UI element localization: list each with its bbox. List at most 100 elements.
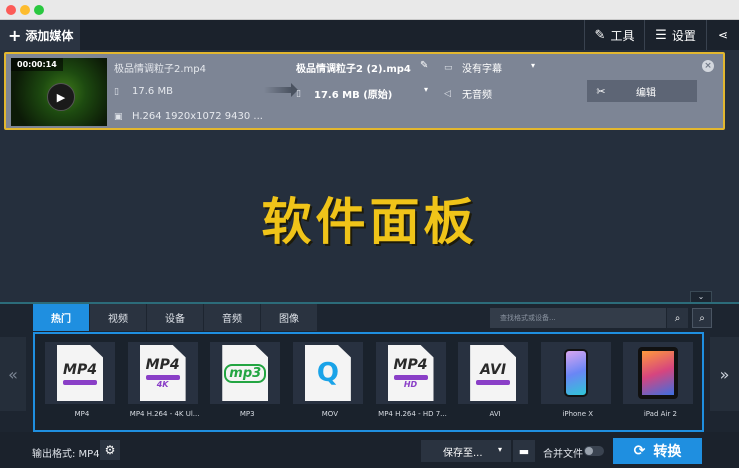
format-item-mov[interactable]: Q MOV bbox=[289, 334, 366, 430]
tab-popular[interactable]: 热门 bbox=[33, 304, 90, 331]
tab-audio[interactable]: 音频 bbox=[204, 304, 261, 331]
edit-button[interactable]: ✂ 编辑 bbox=[587, 80, 697, 102]
search-icon: ⌕ bbox=[674, 312, 681, 324]
settings-button[interactable]: ☰ 设置 bbox=[644, 20, 706, 50]
subtitles-value: 没有字幕 bbox=[462, 64, 502, 75]
output-size-row[interactable]: ▯ 17.6 MB (原始) bbox=[296, 86, 393, 102]
audio-dropdown[interactable]: ◁ 无音频 bbox=[444, 86, 492, 102]
output-format-label: 输出格式: MP4 bbox=[32, 449, 100, 460]
tab-devices[interactable]: 设备 bbox=[147, 304, 204, 331]
plus-icon: + bbox=[8, 25, 22, 45]
quicktime-file-icon: Q bbox=[292, 342, 363, 404]
format-item-mp4-4k[interactable]: MP4 4K MP4 H.264 - 4K Ul... bbox=[124, 334, 201, 430]
output-file-size: 17.6 MB (原始) bbox=[314, 90, 393, 101]
format-label: iPad Air 2 bbox=[643, 410, 677, 418]
tab-video[interactable]: 视频 bbox=[90, 304, 147, 331]
merge-files-label: 合并文件 bbox=[543, 449, 583, 460]
share-icon: ⋖ bbox=[717, 28, 729, 42]
add-media-button[interactable]: + 添加媒体 bbox=[0, 20, 80, 50]
format-item-mp4[interactable]: MP4 MP4 bbox=[41, 334, 118, 430]
icon-text-mp4: MP4 bbox=[63, 361, 97, 378]
subtitle-icon: ▭ bbox=[444, 62, 453, 73]
open-folder-button[interactable]: ▬ bbox=[513, 440, 535, 462]
folder-icon: ▬ bbox=[518, 444, 530, 458]
gear-icon: ⚙ bbox=[104, 443, 116, 457]
source-file-size: 17.6 MB bbox=[132, 86, 173, 97]
merge-files-toggle[interactable] bbox=[584, 446, 604, 456]
detect-device-button[interactable]: ⌕ bbox=[692, 308, 712, 328]
scroll-left-button[interactable]: « bbox=[0, 337, 26, 411]
edit-label: 编辑 bbox=[636, 87, 656, 99]
search-input[interactable] bbox=[490, 308, 666, 328]
thumbnail-duration: 00:00:14 bbox=[11, 58, 63, 71]
format-label: MP4 bbox=[74, 410, 90, 418]
chevron-down-icon[interactable]: ▾ bbox=[531, 61, 535, 70]
ipad-icon bbox=[623, 342, 694, 404]
double-chevron-down-icon: ⌄ bbox=[697, 292, 705, 301]
subtitles-dropdown[interactable]: ▭ 没有字幕 bbox=[444, 60, 502, 76]
remove-file-button[interactable]: × bbox=[702, 60, 714, 72]
chevron-right-icon: » bbox=[719, 364, 730, 384]
audio-value: 无音频 bbox=[462, 90, 492, 101]
format-label: iPhone X bbox=[562, 410, 594, 418]
format-item-iphone-x[interactable]: iPhone X bbox=[537, 334, 614, 430]
magic-wand-icon: ✎ bbox=[594, 27, 606, 43]
format-grid: MP4 MP4 MP4 4K MP4 H.264 - 4K Ul... mp3 M… bbox=[33, 332, 704, 432]
output-file-name[interactable]: 极品情调粒子2 (2).mp4 bbox=[296, 60, 411, 75]
icon-text-mp4: MP4 bbox=[145, 357, 180, 373]
play-icon[interactable]: ▶ bbox=[47, 83, 75, 111]
chevron-down-icon[interactable]: ▾ bbox=[424, 85, 428, 94]
iphone-icon bbox=[540, 342, 611, 404]
format-item-mp4-hd[interactable]: MP4 HD MP4 H.264 - HD 7... bbox=[372, 334, 449, 430]
search-button[interactable]: ⌕ bbox=[666, 308, 688, 328]
format-label: MP3 bbox=[239, 410, 255, 418]
file-icon: ▯ bbox=[114, 86, 119, 97]
format-label: AVI bbox=[489, 410, 501, 418]
format-panel: 热门 视频 设备 音频 图像 ⌕ ⌕ « MP4 MP4 MP4 4K MP4 H… bbox=[0, 304, 739, 432]
scissors-icon: ✂ bbox=[596, 84, 606, 98]
chevron-left-icon: « bbox=[8, 364, 18, 384]
icon-text-mp4: MP4 bbox=[393, 357, 428, 373]
mp4-4k-file-icon: MP4 4K bbox=[127, 342, 198, 404]
format-label: MOV bbox=[321, 410, 338, 418]
video-thumbnail[interactable]: 00:00:14 ▶ bbox=[11, 58, 107, 126]
source-file-size-row: ▯ 17.6 MB bbox=[114, 86, 173, 97]
minimize-window-button[interactable] bbox=[20, 5, 30, 15]
window-titlebar bbox=[0, 0, 739, 20]
tab-images[interactable]: 图像 bbox=[261, 304, 318, 331]
file-icon: ▯ bbox=[296, 88, 301, 99]
format-item-mp3[interactable]: mp3 MP3 bbox=[206, 334, 283, 430]
menu-icon: ☰ bbox=[655, 27, 667, 43]
tools-label: 工具 bbox=[610, 28, 635, 43]
pencil-icon[interactable]: ✎ bbox=[420, 60, 428, 71]
file-item[interactable]: 00:00:14 ▶ 极品情调粒子2.mp4 ▯ 17.6 MB ▣ H.264… bbox=[4, 52, 725, 130]
mp4-hd-file-icon: MP4 HD bbox=[375, 342, 446, 404]
scroll-right-button[interactable]: » bbox=[710, 337, 739, 411]
zoom-window-button[interactable] bbox=[34, 5, 44, 15]
share-button[interactable]: ⋖ bbox=[706, 20, 739, 50]
format-item-avi[interactable]: AVI AVI bbox=[454, 334, 531, 430]
format-label: MP4 H.264 - 4K Ul... bbox=[129, 410, 200, 418]
format-item-ipad-air-2[interactable]: iPad Air 2 bbox=[619, 334, 696, 430]
arrow-right-icon bbox=[264, 83, 298, 97]
icon-text-hd: HD bbox=[403, 380, 418, 389]
mp3-file-icon: mp3 bbox=[210, 342, 281, 404]
tools-button[interactable]: ✎ 工具 bbox=[584, 20, 644, 50]
overlay-caption: 软件面板 bbox=[261, 193, 478, 251]
convert-button[interactable]: ⟳ 转换 bbox=[613, 438, 702, 464]
icon-text-mp3: mp3 bbox=[224, 363, 267, 383]
icon-text-avi: AVI bbox=[480, 361, 507, 378]
format-search: ⌕ bbox=[490, 308, 688, 328]
source-codec: H.264 1920x1072 9430 ... bbox=[132, 111, 263, 122]
save-to-label: 保存至... bbox=[443, 447, 483, 459]
close-window-button[interactable] bbox=[6, 5, 16, 15]
source-file-name: 极品情调粒子2.mp4 bbox=[114, 64, 206, 75]
icon-text-4k: 4K bbox=[156, 380, 169, 389]
output-settings-button[interactable]: ⚙ bbox=[100, 440, 120, 460]
device-search-icon: ⌕ bbox=[699, 312, 705, 324]
chevron-down-icon[interactable]: ▾ bbox=[498, 445, 502, 454]
top-toolbar: + 添加媒体 ✎ 工具 ☰ 设置 ⋖ bbox=[0, 20, 739, 50]
settings-label: 设置 bbox=[671, 28, 696, 43]
source-codec-row: ▣ H.264 1920x1072 9430 ... bbox=[114, 111, 263, 122]
refresh-icon: ⟳ bbox=[633, 443, 646, 459]
